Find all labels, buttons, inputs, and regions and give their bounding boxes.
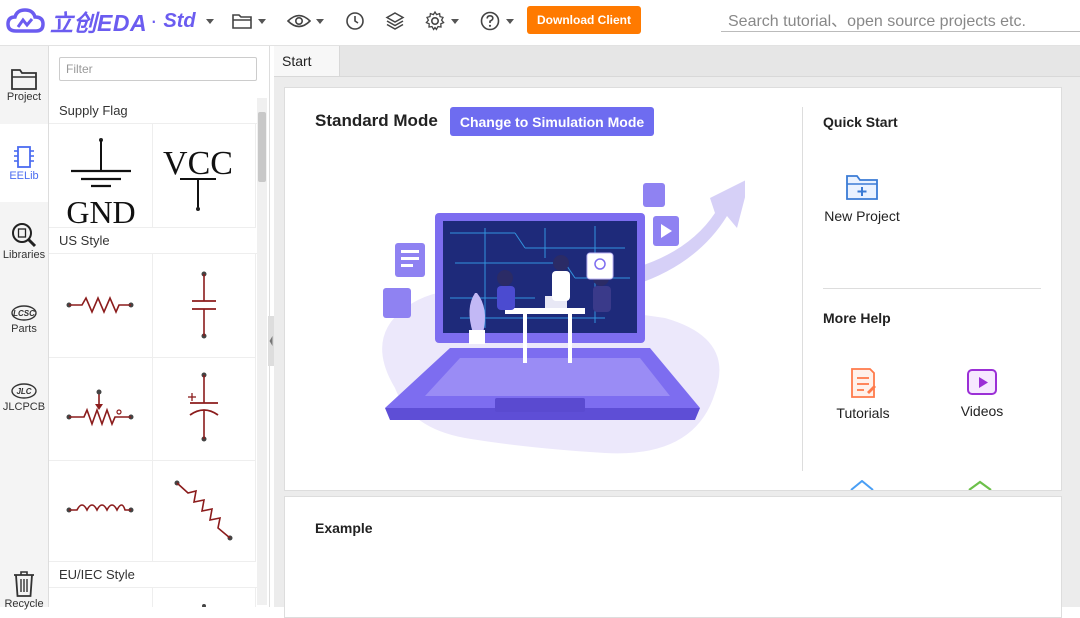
rail-label-recycle: Recycle [4,598,44,610]
svg-text:JLC: JLC [16,387,31,396]
start-card: Standard Mode Change to Simulation Mode [284,87,1062,491]
layers-button[interactable] [385,8,405,34]
svg-text:LCSC: LCSC [13,309,35,318]
rail-item-project[interactable]: Project [0,46,48,124]
start-page: Standard Mode Change to Simulation Mode [274,77,1080,618]
chevron-down-icon [451,18,459,24]
chevron-down-icon [506,18,514,24]
chevron-down-icon [258,18,266,24]
layers-icon [385,12,405,30]
file-menu-button[interactable] [231,8,266,34]
symbol-capacitor[interactable] [152,254,256,358]
symbol-inductor[interactable] [49,460,153,562]
polarized-capacitor-symbol-graphic [188,372,219,442]
section-title-supply-flag: Supply Flag [59,103,128,118]
capacitor-symbol-graphic [192,271,216,339]
logo-text: 立创EDA [50,10,148,36]
gnd-symbol-graphic: GND [66,138,136,230]
rail-item-libraries[interactable]: Libraries [0,202,48,280]
help-icon [480,11,500,31]
tutorials-icon [851,368,876,398]
symbol-polarized-capacitor[interactable] [152,357,256,461]
help-menu-button[interactable] [479,8,514,34]
rail-item-jlcpcb[interactable]: JLC JLCPCB [0,358,48,436]
rail-item-parts[interactable]: LCSC Parts [0,280,48,358]
rail-item-recycle[interactable]: Recycle [0,556,48,616]
recycle-bin-icon [14,571,34,597]
videos-label: Videos [960,403,1004,419]
more-help-title: More Help [823,310,891,326]
eu-capacitor-symbol-graphic [202,604,206,608]
left-rail: Project EELib Libraries LCSC Parts JLC J… [0,46,49,610]
rail-label-project: Project [6,91,42,103]
vcc-label: VCC [163,145,233,182]
gnd-label: GND [66,194,135,227]
symbol-resistor[interactable] [49,254,153,358]
view-menu-button[interactable] [287,8,324,34]
app-logo[interactable]: 立创EDA · Std [6,6,214,36]
project-folder-icon [11,69,37,90]
symbol-eu-capacitor[interactable] [152,588,256,608]
library-scrollbar-thumb[interactable] [258,112,266,182]
potentiometer-symbol-graphic [66,389,134,427]
hero-illustration [382,180,745,454]
rail-label-eelib: EELib [9,170,39,182]
change-to-simulation-button[interactable]: Change to Simulation Mode [450,107,654,136]
jlc-icon: JLC [11,383,37,399]
lcsc-parts-icon: LCSC [11,305,37,321]
videos-icon [967,369,997,395]
gear-icon [425,10,445,31]
settings-menu-button[interactable] [424,8,459,34]
new-project-button[interactable]: New Project [817,172,907,224]
section-title-us-style: US Style [59,233,110,248]
download-client-button[interactable]: Download Client [527,6,641,34]
quick-start-title: Quick Start [823,114,898,130]
history-button[interactable] [345,8,365,34]
tutorials-label: Tutorials [836,405,890,421]
vertical-divider [802,107,803,471]
symbol-eu-resistor[interactable] [49,588,153,607]
videos-link[interactable]: Videos [937,367,1027,419]
rail-label-libraries: Libraries [2,249,46,261]
tutorials-link[interactable]: Tutorials [818,367,908,421]
filter-input[interactable]: Filter [59,57,257,81]
new-project-folder-icon [846,175,878,200]
symbol-gnd[interactable]: GND [49,124,153,230]
edition-label: Std [163,9,196,32]
community-icon [850,480,874,490]
eelib-panel: Filter Supply Flag GND VCC US Style EU/I… [49,46,270,608]
symbol-potentiometer[interactable] [49,357,153,461]
chevron-down-icon [316,18,324,24]
tab-start[interactable]: Start [274,46,340,76]
document-tab-bar: Start [274,46,1080,77]
rail-item-eelib[interactable]: EELib [0,124,48,202]
cloud-logo-icon [6,8,45,33]
eelib-chip-icon [14,146,34,168]
rail-label-jlcpcb: JLCPCB [2,401,46,413]
resistor-symbol-graphic [66,295,134,315]
folder-icon [232,14,252,29]
variable-resistor-symbol-graphic [174,480,233,541]
example-card: Example [284,496,1062,618]
inductor-symbol-graphic [66,504,134,513]
top-toolbar: 立创EDA · Std Download Client Search tutor… [0,0,1080,46]
symbol-vcc[interactable]: VCC [152,124,256,228]
history-icon [346,12,364,30]
rail-label-parts: Parts [11,323,37,335]
section-title-eu-iec-style: EU/IEC Style [59,567,135,582]
logo-dot: · [150,8,158,33]
symbol-variable-resistor[interactable] [152,460,256,562]
example-title: Example [315,520,373,536]
library-scrollbar[interactable] [257,98,267,605]
mode-title: Standard Mode [315,111,438,130]
forum-icon [968,480,992,490]
vcc-symbol-graphic: VCC [163,145,233,211]
eye-icon [287,14,311,28]
search-input[interactable]: Search tutorial、open source projects etc… [721,6,1080,32]
new-project-label: New Project [824,208,900,224]
edition-dropdown-caret[interactable] [205,18,214,24]
horizontal-divider [823,288,1041,289]
libraries-search-icon [12,223,37,248]
